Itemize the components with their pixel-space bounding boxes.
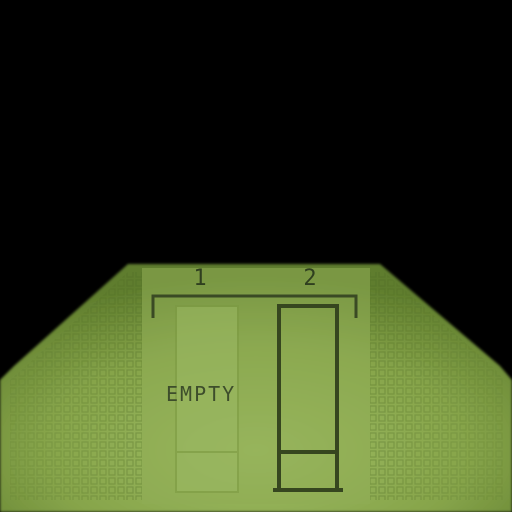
slot-2-number: 2 [303,266,317,291]
slot-1-status: EMPTY [166,382,237,406]
grid-right [370,272,504,500]
slot-panel [0,264,512,512]
grid-left [10,272,142,500]
slot-1-number: 1 [193,266,207,291]
